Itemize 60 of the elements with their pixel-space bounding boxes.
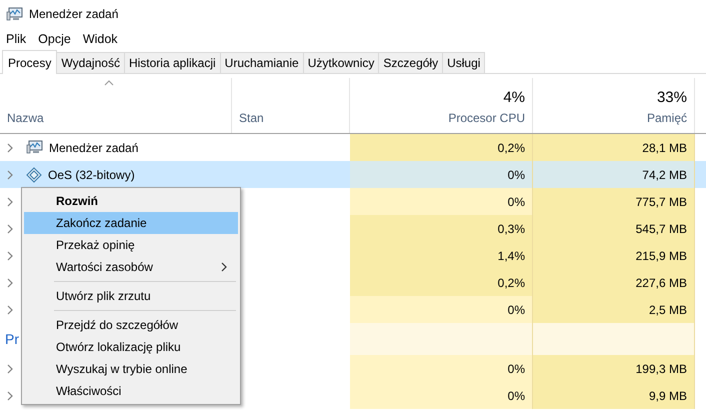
memory-cell: 28,1 MB [533, 134, 695, 161]
diamond-icon [26, 166, 42, 182]
context-menu-item[interactable]: Właściwości [24, 380, 238, 402]
expand-chevron-icon[interactable] [7, 142, 14, 152]
expand-chevron-icon[interactable] [7, 364, 14, 374]
cpu-cell: 0% [350, 161, 533, 188]
menu-item[interactable]: Widok [76, 30, 124, 48]
context-menu-item[interactable]: Przejdź do szczegółów [24, 314, 238, 336]
tab[interactable]: Użytkownicy [302, 52, 380, 73]
cpu-cell: 0,2% [350, 269, 533, 296]
column-header[interactable]: Procesor CPU [448, 109, 525, 127]
cpu-cell: 0,3% [350, 215, 533, 242]
expand-chevron-icon[interactable] [7, 170, 14, 180]
column-header[interactable]: Pamięć [646, 109, 687, 127]
app-icon [6, 6, 23, 22]
cpu-cell: 0% [350, 355, 533, 382]
context-menu-item[interactable]: Przekaż opinię [24, 234, 238, 256]
monitor-icon [26, 140, 43, 155]
memory-cell: 227,6 MB [533, 269, 695, 296]
cpu-cell: 0,2% [350, 134, 533, 161]
context-menu-item[interactable]: Rozwiń [24, 190, 238, 212]
process-name: OeS (32-bitowy) [48, 166, 135, 184]
context-menu-item[interactable]: Zakończ zadanie [24, 212, 238, 234]
tab[interactable]: Usługi [442, 52, 486, 73]
memory-cell: 199,3 MB [533, 355, 695, 382]
column-total: 4% [503, 88, 525, 108]
memory-cell: 74,2 MB [533, 161, 695, 188]
memory-cell: 2,5 MB [533, 296, 695, 323]
tab[interactable]: Historia aplikacji [124, 52, 221, 73]
context-menu-item[interactable]: Wyszukaj w trybie online [24, 358, 238, 380]
expand-chevron-icon[interactable] [7, 224, 14, 234]
memory-cell: 545,7 MB [533, 215, 695, 242]
selected-row[interactable]: OeS (32-bitowy) 0% 74,2 MB [0, 161, 706, 188]
cpu-cell: 1,4% [350, 242, 533, 269]
tab[interactable]: Wydajność [56, 52, 125, 73]
expand-chevron-icon[interactable] [7, 278, 14, 288]
context-menu-item[interactable]: Utwórz plik zrzutu [24, 285, 238, 307]
column-header[interactable]: Stan [239, 109, 342, 127]
group-header: Pr [5, 330, 19, 348]
menu-item[interactable]: Plik [0, 30, 32, 48]
expand-chevron-icon[interactable] [7, 250, 14, 260]
expand-chevron-icon[interactable] [7, 196, 14, 206]
memory-cell: 775,7 MB [533, 188, 695, 215]
memory-cell: 215,9 MB [533, 242, 695, 269]
column-total: 33% [656, 88, 687, 108]
column-header[interactable]: Nazwa [7, 109, 224, 127]
expand-chevron-icon[interactable] [7, 304, 14, 314]
context-menu-item[interactable]: Wartości zasobów [24, 256, 238, 278]
tab[interactable]: Uruchamianie [220, 52, 304, 73]
window-title: Menedżer zadań [29, 6, 118, 23]
context-menu-item[interactable]: Otwórz lokalizację pliku [24, 336, 238, 358]
tab[interactable]: Procesy [2, 50, 58, 74]
expand-chevron-icon[interactable] [7, 390, 14, 400]
cpu-cell: 0% [350, 296, 533, 323]
menu-item[interactable]: Opcje [32, 30, 77, 48]
cpu-cell: 0% [350, 382, 533, 409]
cpu-cell: 0% [350, 188, 533, 215]
memory-cell: 9,9 MB [533, 382, 695, 409]
process-name: Menedżer zadań [49, 140, 138, 156]
tab[interactable]: Szczegóły [378, 52, 444, 73]
